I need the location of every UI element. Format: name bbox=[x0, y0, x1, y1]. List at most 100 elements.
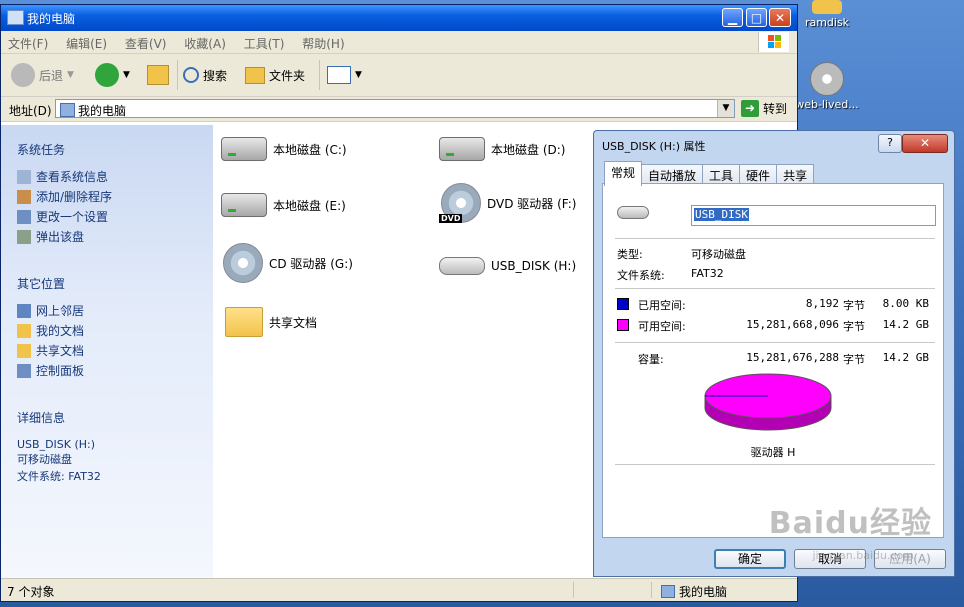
help-button[interactable]: ? bbox=[878, 134, 902, 153]
divider bbox=[615, 238, 935, 239]
drive-label: CD 驱动器 (G:) bbox=[269, 256, 353, 271]
back-button[interactable]: 后退 ▼ bbox=[11, 62, 74, 88]
place-my-documents[interactable]: 我的文档 bbox=[17, 322, 84, 339]
free-space-label: 可用空间: bbox=[638, 320, 686, 333]
dialog-title: USB_DISK (H:) 属性 bbox=[602, 140, 706, 153]
used-space-size: 8.00 KB bbox=[882, 297, 929, 310]
close-button[interactable]: ✕ bbox=[769, 8, 791, 27]
window-title: 我的电脑 bbox=[27, 12, 76, 26]
drive-label: USB_DISK (H:) bbox=[491, 259, 577, 273]
desktop-icon-label: ramdisk bbox=[804, 16, 850, 29]
chevron-down-icon[interactable]: ▼ bbox=[717, 100, 734, 117]
drive-label: 本地磁盘 (E:) bbox=[273, 198, 346, 213]
used-space-swatch bbox=[617, 298, 629, 310]
task-change-setting[interactable]: 更改一个设置 bbox=[17, 208, 108, 225]
menu-favorites[interactable]: 收藏(A) bbox=[177, 31, 233, 56]
shared-documents-folder[interactable]: 共享文档 bbox=[225, 307, 317, 337]
drive-label: 本地磁盘 (C:) bbox=[273, 142, 347, 157]
views-button[interactable]: ▼ bbox=[327, 62, 362, 88]
dialog-close-button[interactable]: ✕ bbox=[902, 134, 948, 153]
menu-file[interactable]: 文件(F) bbox=[1, 31, 55, 56]
used-space-label: 已用空间: bbox=[638, 299, 686, 312]
computer-icon bbox=[7, 10, 24, 25]
filesystem-value: FAT32 bbox=[691, 267, 724, 280]
free-space-size: 14.2 GB bbox=[882, 318, 929, 331]
volume-name-input[interactable]: USB_DISK bbox=[691, 205, 936, 226]
capacity-size: 14.2 GB bbox=[882, 351, 929, 364]
place-label: 我的文档 bbox=[36, 324, 85, 338]
forward-button[interactable]: ▼ bbox=[95, 62, 130, 88]
up-folder-button[interactable] bbox=[147, 62, 169, 88]
details-filesystem: 文件系统: FAT32 bbox=[17, 470, 101, 483]
place-label: 网上邻居 bbox=[36, 304, 85, 318]
toolbar: 后退 ▼ ▼ 搜索 文件夹 ▼ bbox=[1, 54, 797, 97]
menu-view[interactable]: 查看(V) bbox=[118, 31, 174, 56]
drive-c[interactable]: 本地磁盘 (C:) bbox=[221, 137, 347, 161]
explorer-titlebar[interactable]: 我的电脑 ▁ □ ✕ bbox=[1, 5, 797, 31]
menu-tools[interactable]: 工具(T) bbox=[237, 31, 292, 56]
disk-usage-pie-chart bbox=[704, 373, 832, 431]
dvd-badge: DVD bbox=[439, 214, 463, 223]
watermark-url: jingyan.baidu.com bbox=[812, 549, 914, 562]
desktop-icon-web-lived[interactable]: web-lived... bbox=[795, 62, 859, 111]
menu-help[interactable]: 帮助(H) bbox=[295, 31, 351, 56]
task-view-system-info[interactable]: 查看系统信息 bbox=[17, 168, 108, 185]
folders-label: 文件夹 bbox=[269, 68, 306, 83]
tab-general[interactable]: 常规 bbox=[604, 161, 643, 186]
folders-button[interactable]: 文件夹 bbox=[245, 62, 305, 88]
usb-drive-icon bbox=[439, 257, 485, 275]
general-tab-panel: USB_DISK 类型: 可移动磁盘 文件系统: FAT32 已用空间: 8,1… bbox=[602, 183, 944, 538]
capacity-label: 容量: bbox=[638, 353, 664, 366]
filesystem-label: 文件系统: bbox=[617, 269, 665, 282]
task-label: 更改一个设置 bbox=[36, 210, 109, 224]
hard-disk-icon bbox=[221, 193, 267, 217]
folder-label: 共享文档 bbox=[269, 315, 318, 330]
desktop-icon-label: web-lived... bbox=[795, 98, 859, 111]
drive-d[interactable]: 本地磁盘 (D:) bbox=[439, 137, 565, 161]
chevron-down-icon: ▼ bbox=[123, 70, 130, 80]
maximize-button[interactable]: □ bbox=[746, 8, 767, 27]
address-input[interactable]: 我的电脑 ▼ bbox=[55, 99, 735, 118]
capacity-bytes: 15,281,676,288 bbox=[746, 351, 839, 364]
up-folder-icon bbox=[147, 65, 169, 85]
minimize-button[interactable]: ▁ bbox=[722, 8, 743, 27]
menu-edit[interactable]: 编辑(E) bbox=[59, 31, 114, 56]
toolbar-separator bbox=[319, 60, 320, 90]
details-title[interactable]: 详细信息 bbox=[17, 409, 65, 426]
address-value: 我的电脑 bbox=[78, 104, 127, 118]
back-arrow-icon bbox=[11, 63, 35, 87]
task-add-remove-programs[interactable]: 添加/删除程序 bbox=[17, 188, 112, 205]
place-shared-documents[interactable]: 共享文档 bbox=[17, 342, 84, 359]
drive-f[interactable]: DVD DVD 驱动器 (F:) bbox=[439, 183, 577, 223]
drive-e[interactable]: 本地磁盘 (E:) bbox=[221, 193, 346, 217]
search-button[interactable]: 搜索 bbox=[183, 62, 227, 88]
views-icon bbox=[327, 66, 351, 84]
drive-h[interactable]: USB_DISK (H:) bbox=[439, 257, 576, 275]
divider bbox=[615, 288, 935, 289]
task-label: 弹出该盘 bbox=[36, 230, 85, 244]
drive-label: 本地磁盘 (D:) bbox=[491, 142, 566, 157]
status-divider bbox=[573, 582, 574, 598]
menu-bar: 文件(F) 编辑(E) 查看(V) 收藏(A) 工具(T) 帮助(H) bbox=[1, 31, 797, 54]
control-panel-icon bbox=[17, 363, 31, 378]
go-button[interactable]: ➜ 转到 bbox=[741, 100, 787, 117]
dialog-titlebar[interactable]: USB_DISK (H:) 属性 ? ✕ bbox=[594, 131, 954, 157]
volume-name-value: USB_DISK bbox=[694, 208, 749, 221]
place-control-panel[interactable]: 控制面板 bbox=[17, 362, 84, 379]
desktop-icon-ramdisk[interactable]: ramdisk bbox=[795, 0, 859, 29]
task-pane: 系统任务 查看系统信息 添加/删除程序 更改一个设置 弹出该盘 其它位置 网上邻… bbox=[1, 125, 213, 579]
computer-icon bbox=[661, 585, 675, 598]
task-label: 添加/删除程序 bbox=[36, 190, 113, 204]
task-eject-disk[interactable]: 弹出该盘 bbox=[17, 228, 84, 245]
search-icon bbox=[183, 67, 199, 83]
drive-g[interactable]: CD 驱动器 (G:) bbox=[223, 243, 353, 283]
back-label: 后退 bbox=[39, 68, 64, 83]
place-label: 控制面板 bbox=[36, 364, 85, 378]
place-network[interactable]: 网上邻居 bbox=[17, 302, 84, 319]
status-object-count: 7 个对象 bbox=[7, 585, 55, 599]
folder-icon bbox=[245, 66, 265, 84]
ok-button[interactable]: 确定 bbox=[714, 549, 786, 569]
other-places-title[interactable]: 其它位置 bbox=[17, 275, 65, 292]
search-label: 搜索 bbox=[203, 68, 228, 83]
system-tasks-title[interactable]: 系统任务 bbox=[17, 141, 65, 158]
